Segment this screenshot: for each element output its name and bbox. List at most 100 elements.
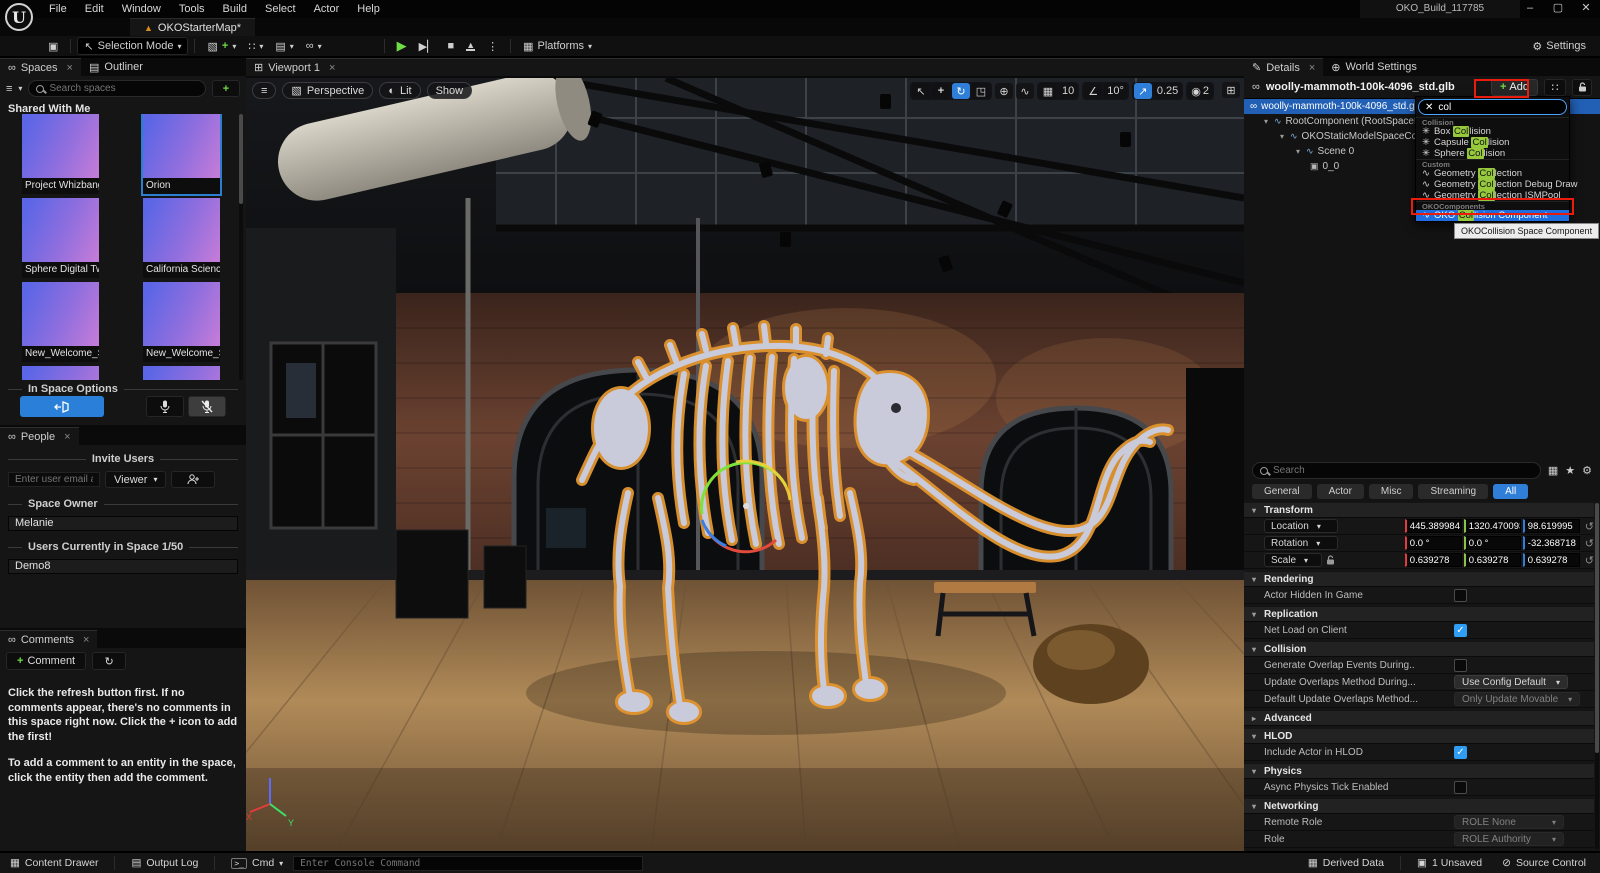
section-transform[interactable]: ▾Transform	[1244, 503, 1594, 518]
selection-mode-dropdown[interactable]: ↖ Selection Mode ▾	[77, 37, 188, 55]
menu-item-geometry-collection-debug-draw[interactable]: ∿Geometry Collection Debug Draw	[1416, 179, 1569, 190]
add-comment-button[interactable]: + Comment	[6, 652, 86, 670]
play-button[interactable]: ▶	[391, 37, 413, 55]
close-icon[interactable]: ×	[329, 62, 335, 74]
space-card[interactable]: New_Welcome_Sp...	[22, 282, 99, 362]
owner-row[interactable]: Melanie	[8, 516, 238, 531]
details-scrollbar[interactable]	[1595, 503, 1599, 849]
settings-icon[interactable]: ⚙	[1582, 464, 1592, 477]
add-actor-button[interactable]: ▧+▾	[201, 37, 242, 55]
section-rendering[interactable]: ▾Rendering	[1244, 572, 1594, 587]
maximize-button[interactable]: ▢	[1544, 0, 1572, 18]
reset-icon[interactable]: ↺	[1585, 554, 1594, 567]
viewport-canvas[interactable]: X Y ≡ ▧Perspective ◐Lit Show ↖ + ↻ ◳ ⊕ ∿…	[246, 78, 1244, 851]
component-search-input[interactable]	[1438, 102, 1560, 113]
location-y-field[interactable]: 1320.470093	[1464, 519, 1521, 533]
section-networking[interactable]: ▾Networking	[1244, 799, 1594, 814]
mic-muted-button[interactable]	[188, 396, 226, 417]
scale-z-field[interactable]: 0.639278	[1523, 553, 1580, 567]
close-icon[interactable]: ×	[64, 431, 70, 443]
rotation-x-field[interactable]: 0.0 °	[1405, 536, 1462, 550]
save-button[interactable]: ▣	[42, 37, 64, 55]
space-card[interactable]	[143, 366, 220, 380]
reset-icon[interactable]: ↺	[1585, 520, 1594, 533]
location-dropdown[interactable]: Location▾	[1264, 519, 1338, 533]
minimize-button[interactable]: –	[1516, 0, 1544, 18]
menu-window[interactable]: Window	[113, 1, 170, 17]
menu-item-oko-collision-component[interactable]: ∿OKO Collision Component	[1416, 210, 1569, 221]
section-hlod[interactable]: ▾HLOD	[1244, 729, 1594, 744]
scale-dropdown[interactable]: Scale▾	[1264, 553, 1322, 567]
select-tool[interactable]: ↖	[912, 83, 930, 99]
menu-select[interactable]: Select	[256, 1, 305, 17]
tab-outliner[interactable]: ▤ Outliner	[81, 58, 151, 76]
rotation-dropdown[interactable]: Rotation▾	[1264, 536, 1338, 550]
maximize-viewport-button[interactable]: ⊞	[1222, 82, 1240, 98]
expand-icon[interactable]: ▾	[1278, 132, 1286, 141]
tab-spaces[interactable]: ∞ Spaces ×	[0, 58, 81, 76]
move-tool[interactable]: +	[932, 83, 950, 99]
filter-general[interactable]: General	[1252, 484, 1312, 499]
tab-comments[interactable]: ∞ Comments ×	[0, 630, 97, 648]
camera-speed-button[interactable]: ◉2	[1188, 83, 1212, 99]
scale-tool[interactable]: ◳	[972, 83, 990, 99]
world-local-toggle[interactable]: ⊕	[995, 83, 1013, 99]
leave-space-button[interactable]	[20, 396, 104, 417]
menu-item-box-collision[interactable]: ✳Box Collision	[1416, 126, 1569, 137]
skip-button[interactable]: ▶▏	[413, 37, 442, 55]
filter-misc[interactable]: Misc	[1369, 484, 1414, 499]
space-card-selected[interactable]: Orion	[143, 114, 220, 194]
rotate-tool[interactable]: ↻	[952, 83, 970, 99]
grid-snap-toggle[interactable]: ▦	[1039, 83, 1057, 99]
update-overlaps-select[interactable]: Use Config Default▾	[1454, 675, 1568, 689]
play-options-button[interactable]: ⋮	[481, 37, 504, 55]
details-search-input[interactable]	[1273, 465, 1533, 476]
derived-data-button[interactable]: ▦ Derived Data	[1298, 857, 1394, 869]
scale-snap-toggle[interactable]: ↗	[1134, 83, 1152, 99]
source-control-button[interactable]: ⊘ Source Control	[1492, 857, 1596, 869]
rotation-y-field[interactable]: 0.0 °	[1464, 536, 1521, 550]
angle-snap-value[interactable]: 10°	[1104, 83, 1127, 99]
menu-item-sphere-collision[interactable]: ✳Sphere Collision	[1416, 148, 1569, 159]
menu-edit[interactable]: Edit	[76, 1, 113, 17]
unsaved-button[interactable]: ▣ 1 Unsaved	[1407, 857, 1492, 869]
hlod-checkbox[interactable]: ✓	[1454, 746, 1467, 759]
lit-dropdown[interactable]: ◐Lit	[379, 82, 420, 99]
clear-search-icon[interactable]: ✕	[1425, 102, 1433, 113]
edit-blueprint-button[interactable]: ∷	[1544, 79, 1566, 96]
level-tab[interactable]: ▲ OKOStarterMap*	[130, 18, 255, 36]
section-replication[interactable]: ▾Replication	[1244, 607, 1594, 622]
tab-details[interactable]: ✎ Details ×	[1244, 58, 1323, 76]
stop-button[interactable]: ■	[442, 37, 461, 55]
perspective-dropdown[interactable]: ▧Perspective	[282, 82, 373, 99]
close-icon[interactable]: ×	[83, 634, 89, 646]
tab-viewport[interactable]: ⊞ Viewport 1 ×	[246, 58, 1244, 76]
reset-icon[interactable]: ↺	[1585, 537, 1594, 550]
menu-tools[interactable]: Tools	[170, 1, 214, 17]
platforms-dropdown[interactable]: ▦ Platforms ▾	[517, 37, 598, 55]
menu-item-geometry-collection[interactable]: ∿Geometry Collection	[1416, 168, 1569, 179]
menu-actor[interactable]: Actor	[305, 1, 349, 17]
space-card[interactable]: Sphere Digital Twin	[22, 198, 99, 278]
scale-lock-icon[interactable]	[1326, 555, 1335, 565]
location-z-field[interactable]: 98.619995	[1523, 519, 1580, 533]
favorites-icon[interactable]: ★	[1565, 464, 1575, 477]
filter-actor[interactable]: Actor	[1317, 484, 1364, 499]
viewport-options-menu[interactable]: ≡	[252, 82, 276, 99]
space-card[interactable]: California Science...	[143, 198, 220, 278]
section-physics[interactable]: ▾Physics	[1244, 764, 1594, 779]
invite-email-input[interactable]	[8, 472, 100, 487]
close-button[interactable]: ✕	[1572, 0, 1600, 18]
menu-help[interactable]: Help	[348, 1, 389, 17]
lock-button[interactable]	[1572, 79, 1592, 96]
surface-snap-toggle[interactable]: ∿	[1016, 83, 1034, 99]
close-icon[interactable]: ×	[1309, 62, 1315, 74]
oko-link-button[interactable]: ∞▾	[300, 37, 328, 55]
display-options-icon[interactable]: ▦	[1548, 464, 1558, 477]
component-search[interactable]: ✕	[1418, 99, 1567, 115]
menu-item-geometry-collection-ismpool[interactable]: ∿Geometry Collection ISMPool	[1416, 190, 1569, 201]
filter-icon[interactable]: ≡	[6, 83, 12, 95]
role-dropdown[interactable]: Viewer ▾	[105, 471, 166, 488]
spaces-scrollbar[interactable]	[239, 114, 243, 380]
tab-people[interactable]: ∞ People ×	[0, 427, 79, 445]
